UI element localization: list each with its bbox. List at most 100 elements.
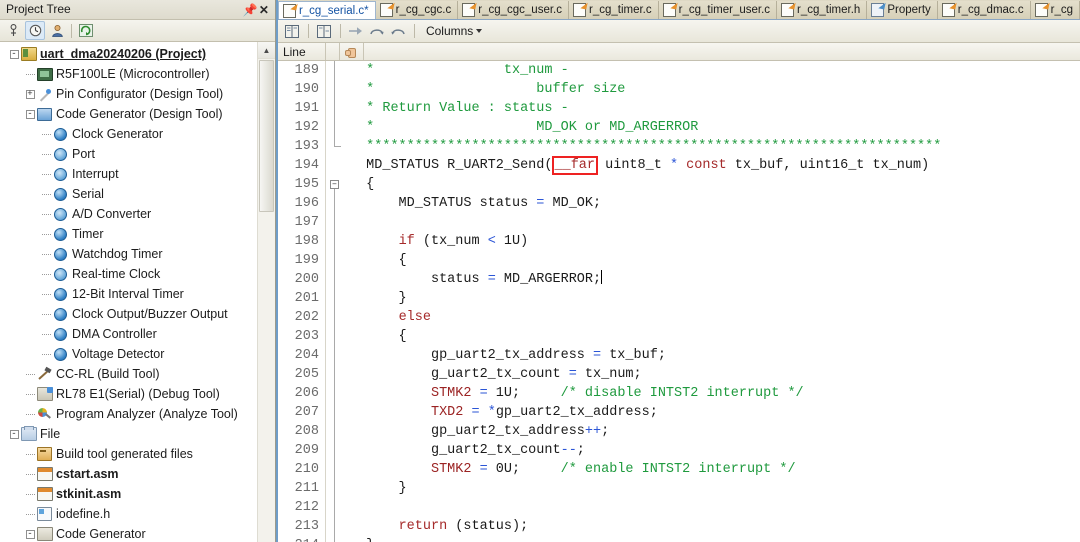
columns-dropdown[interactable]: Columns <box>426 24 483 38</box>
tree-node[interactable]: Timer <box>0 224 257 244</box>
fold-marker[interactable] <box>326 479 348 498</box>
tree-node[interactable]: + Pin Configurator (Design Tool) <box>0 84 257 104</box>
tree-node[interactable]: Serial <box>0 184 257 204</box>
tree-node[interactable]: Port <box>0 144 257 164</box>
fold-marker[interactable] <box>326 365 348 384</box>
code-line[interactable]: } <box>350 536 1080 542</box>
fold-marker[interactable] <box>326 213 348 232</box>
fold-marker[interactable] <box>326 137 348 156</box>
code-editor-area[interactable]: 189 190 191 192 193 194 195 196 197 198 199 200 201 2… <box>277 61 1080 542</box>
editor-tab[interactable]: r_cg_dmac.c <box>937 1 1031 19</box>
tree-node[interactable]: RL78 E1(Serial) (Debug Tool) <box>0 384 257 404</box>
fold-marker[interactable] <box>326 346 348 365</box>
twisty-box[interactable]: - <box>9 429 19 439</box>
twisty-box[interactable]: - <box>25 109 35 119</box>
split-view-alt-icon[interactable] <box>316 23 333 39</box>
code-line[interactable]: MD_STATUS R_UART2_Send(__far uint8_t * c… <box>350 156 1080 175</box>
fold-marker[interactable] <box>326 498 348 517</box>
fold-marker[interactable] <box>326 99 348 118</box>
tree-node[interactable]: - Code Generator <box>0 524 257 542</box>
property-icon[interactable] <box>4 22 22 39</box>
user-icon[interactable] <box>48 22 66 39</box>
tree-node[interactable]: Clock Generator <box>0 124 257 144</box>
code-line[interactable]: gp_uart2_tx_address++; <box>350 422 1080 441</box>
tree-node[interactable]: Watchdog Timer <box>0 244 257 264</box>
undo-icon[interactable] <box>390 23 407 39</box>
editor-tab[interactable]: Property <box>867 1 938 19</box>
code-line[interactable]: else <box>350 308 1080 327</box>
code-line[interactable]: * MD_OK or MD_ARGERROR <box>350 118 1080 137</box>
tree-node[interactable]: - uart_dma20240206 (Project) <box>0 44 257 64</box>
code-line[interactable]: status = MD_ARGERROR; <box>350 270 1080 289</box>
fold-marker[interactable] <box>326 517 348 536</box>
fold-marker[interactable] <box>326 289 348 308</box>
editor-tab[interactable]: r_cg_timer.h <box>777 1 868 19</box>
code-line[interactable]: } <box>350 289 1080 308</box>
tree-node[interactable]: DMA Controller <box>0 324 257 344</box>
tree-node[interactable]: Interrupt <box>0 164 257 184</box>
fold-marker[interactable] <box>326 61 348 80</box>
tree-node[interactable]: - File <box>0 424 257 444</box>
code-line[interactable]: ****************************************… <box>350 137 1080 156</box>
tree-node[interactable]: 12-Bit Interval Timer <box>0 284 257 304</box>
redo-icon[interactable] <box>369 23 386 39</box>
editor-tab[interactable]: r_cg_cgc_user.c <box>458 1 569 19</box>
editor-tab[interactable]: r_cg_serial.c* <box>277 1 376 19</box>
code-line[interactable]: } <box>350 479 1080 498</box>
code-line[interactable]: g_uart2_tx_count = tx_num; <box>350 365 1080 384</box>
tree-node[interactable]: A/D Converter <box>0 204 257 224</box>
close-icon[interactable]: ✕ <box>257 2 271 17</box>
source-code-text[interactable]: * tx_num - * buffer size * Return Value … <box>347 61 1080 542</box>
code-line[interactable] <box>350 498 1080 517</box>
fold-marker[interactable] <box>326 308 348 327</box>
fold-marker[interactable] <box>326 194 348 213</box>
editor-tab[interactable]: r_cg <box>1030 1 1080 19</box>
clock-icon[interactable] <box>25 21 45 40</box>
fold-marker[interactable] <box>326 327 348 346</box>
code-line[interactable]: return (status); <box>350 517 1080 536</box>
collapse-toggle-icon[interactable]: - <box>8 428 20 440</box>
twisty-box[interactable]: + <box>25 89 35 99</box>
code-line[interactable]: STMK2 = 1U; /* disable INTST2 interrupt … <box>350 384 1080 403</box>
code-line[interactable]: if (tx_num < 1U) <box>350 232 1080 251</box>
editor-tab[interactable]: r_cg_cgc.c <box>375 1 459 19</box>
tree-node[interactable]: - Code Generator (Design Tool) <box>0 104 257 124</box>
tree-node[interactable]: CC-RL (Build Tool) <box>0 364 257 384</box>
collapse-toggle-icon[interactable]: - <box>24 528 36 540</box>
fold-marker[interactable] <box>326 80 348 99</box>
code-line[interactable]: TXD2 = *gp_uart2_tx_address; <box>350 403 1080 422</box>
twisty-box[interactable]: - <box>25 529 35 539</box>
tree-node[interactable]: iodefine.h <box>0 504 257 524</box>
fold-marker[interactable] <box>326 251 348 270</box>
fold-marker[interactable] <box>326 118 348 137</box>
editor-tab[interactable]: r_cg_timer_user.c <box>658 1 778 19</box>
twisty-box[interactable]: - <box>9 49 19 59</box>
scrollbar-track[interactable] <box>257 59 275 542</box>
fold-marker[interactable] <box>326 403 348 422</box>
column-header-line[interactable]: Line <box>278 43 326 60</box>
code-line[interactable]: MD_STATUS status = MD_OK; <box>350 194 1080 213</box>
fold-marker[interactable] <box>326 232 348 251</box>
code-line[interactable]: * buffer size <box>350 80 1080 99</box>
collapse-toggle-icon[interactable]: - <box>24 108 36 120</box>
tree-node[interactable]: Clock Output/Buzzer Output <box>0 304 257 324</box>
code-folding-gutter[interactable]: – <box>325 61 348 542</box>
fold-marker[interactable]: – <box>326 175 348 194</box>
tree-node[interactable]: cstart.asm <box>0 464 257 484</box>
code-line[interactable]: gp_uart2_tx_address = tx_buf; <box>350 346 1080 365</box>
code-line[interactable]: { <box>350 175 1080 194</box>
collapse-toggle-icon[interactable]: - <box>8 48 20 60</box>
fold-marker[interactable] <box>326 441 348 460</box>
editor-tab[interactable]: r_cg_timer.c <box>568 1 659 19</box>
code-line[interactable]: * Return Value : status - <box>350 99 1080 118</box>
code-line[interactable]: g_uart2_tx_count--; <box>350 441 1080 460</box>
tree-node[interactable]: R5F100LE (Microcontroller) <box>0 64 257 84</box>
code-line[interactable]: * tx_num - <box>350 61 1080 80</box>
tree-vertical-scrollbar[interactable]: ▲ <box>256 42 275 542</box>
code-line[interactable] <box>350 213 1080 232</box>
scroll-up-arrow-icon[interactable]: ▲ <box>257 42 275 59</box>
go-forward-icon[interactable] <box>348 23 365 39</box>
fold-marker[interactable] <box>326 536 348 542</box>
split-view-icon[interactable] <box>284 23 301 39</box>
fold-marker[interactable] <box>326 270 348 289</box>
